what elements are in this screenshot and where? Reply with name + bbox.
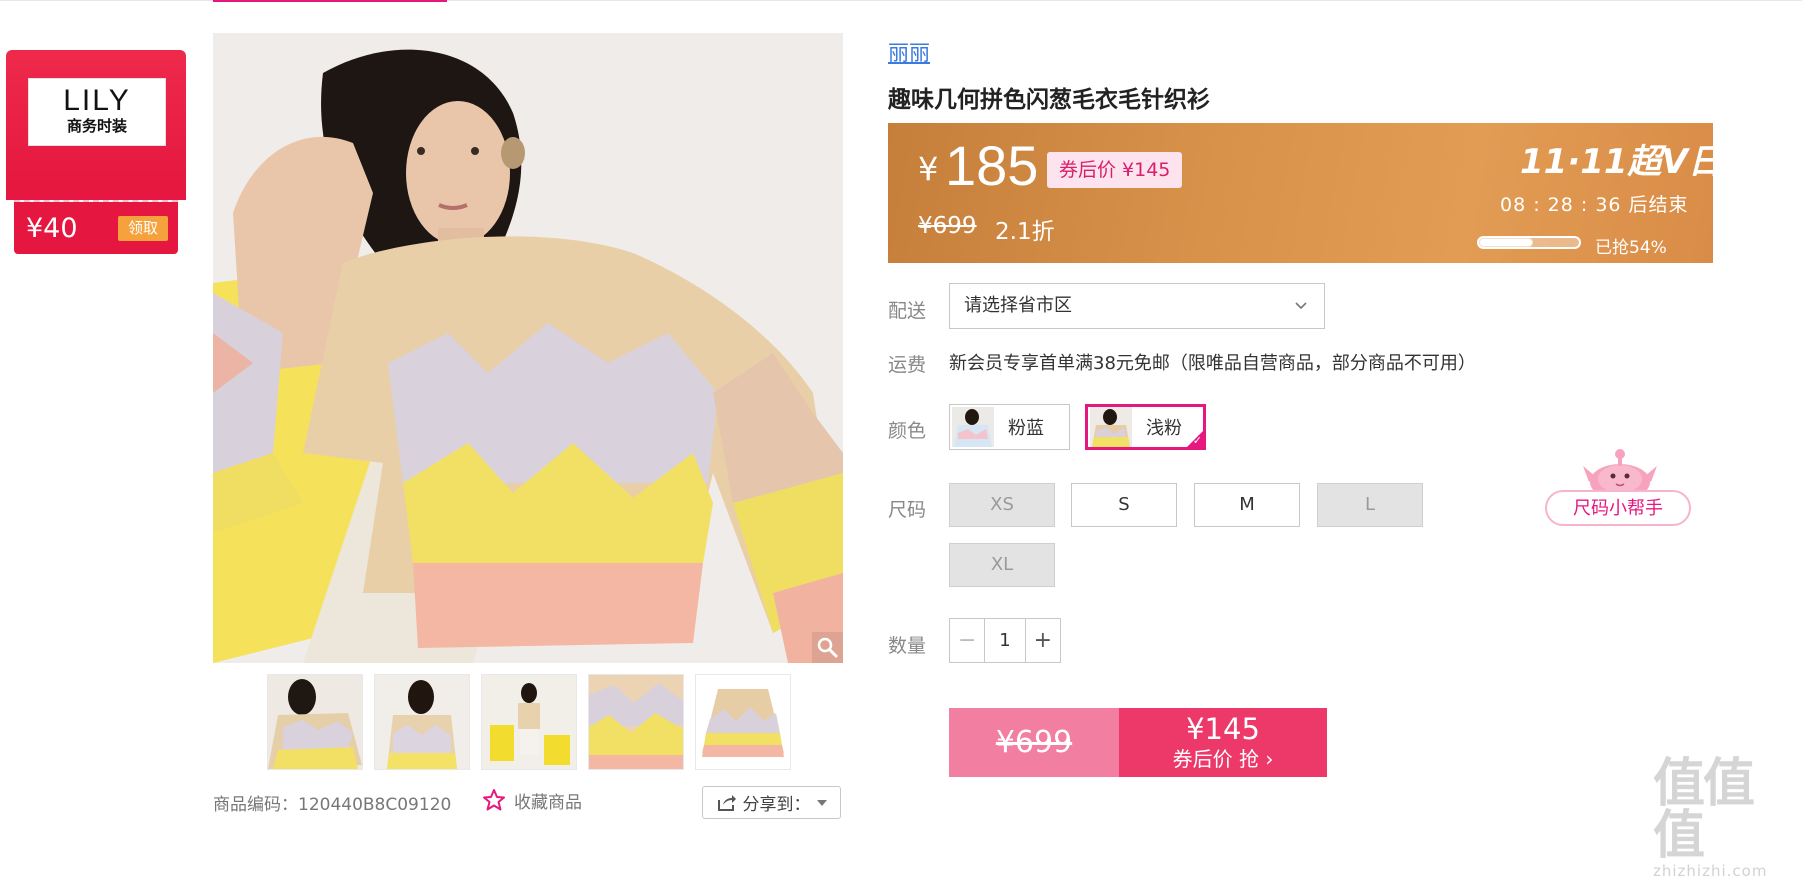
zoom-button[interactable] bbox=[812, 632, 843, 663]
site-watermark: 值值值 zhizhizhi.com bbox=[1653, 758, 1797, 880]
quantity-label: 数量 bbox=[888, 635, 927, 657]
sku-code: 商品编码：120440B8C09120 bbox=[213, 795, 452, 815]
favorite-button[interactable]: 收藏商品 bbox=[482, 786, 582, 814]
share-label: 分享到： bbox=[742, 795, 811, 815]
color-option-light-pink[interactable]: 浅粉 ✓ bbox=[1085, 404, 1206, 450]
brand-coupon[interactable]: LILY 商务时装 ¥40 领取 bbox=[6, 50, 186, 257]
region-select[interactable]: 请选择省市区 bbox=[949, 283, 1325, 329]
buy-action-label: 券后价 抢 › bbox=[1172, 747, 1274, 771]
watermark-url: zhizhizhi.com bbox=[1653, 862, 1768, 880]
buy-coupon-price: ¥145 bbox=[1186, 712, 1260, 746]
share-icon bbox=[717, 794, 736, 811]
thumbnail-photo-4 bbox=[589, 675, 683, 769]
size-option-m[interactable]: M bbox=[1194, 483, 1300, 527]
color-label: 颜色 bbox=[888, 420, 927, 442]
size-label: 尺码 bbox=[888, 499, 927, 521]
quantity-decrease-button[interactable]: − bbox=[950, 619, 984, 662]
thumbnail-photo-3 bbox=[482, 675, 576, 769]
quantity-stepper[interactable]: − 1 + bbox=[949, 618, 1061, 663]
region-select-value: 请选择省市区 bbox=[964, 295, 1072, 316]
color-option-name: 粉蓝 bbox=[1008, 418, 1044, 439]
coupon-amount: ¥40 bbox=[26, 213, 78, 244]
thumbnail-photo-2 bbox=[375, 675, 469, 769]
thumbnail-1[interactable] bbox=[267, 674, 363, 770]
countdown-timer: 08 : 28 : 36 后结束 bbox=[1500, 194, 1689, 216]
sold-percent-label: 已抢54% bbox=[1595, 238, 1667, 258]
share-button[interactable]: 分享到： bbox=[702, 786, 841, 819]
size-helper-button[interactable]: 尺码小帮手 bbox=[1545, 490, 1691, 526]
brand-link[interactable]: 丽丽 bbox=[888, 37, 930, 67]
discount-rate: 2.1折 bbox=[995, 219, 1055, 245]
coupon-price-badge: 券后价 ¥145 bbox=[1047, 152, 1183, 188]
currency-symbol: ¥ bbox=[918, 150, 939, 188]
brand-logo: LILY 商务时装 bbox=[28, 78, 166, 146]
thumbnail-3[interactable] bbox=[481, 674, 577, 770]
color-swatch-light-pink bbox=[1090, 407, 1132, 447]
claim-coupon-button[interactable]: 领取 bbox=[118, 216, 168, 241]
delivery-label: 配送 bbox=[888, 300, 927, 322]
event-title: 11·11超V日 bbox=[1520, 142, 1722, 182]
thumbnail-2[interactable] bbox=[374, 674, 470, 770]
quantity-input[interactable]: 1 bbox=[984, 619, 1026, 662]
thumbnail-5[interactable] bbox=[695, 674, 791, 770]
shipping-label: 运费 bbox=[888, 354, 927, 376]
thumbnail-photo-1 bbox=[268, 675, 362, 769]
check-icon: ✓ bbox=[1192, 434, 1202, 447]
color-option-pink-blue[interactable]: 粉蓝 bbox=[949, 404, 1070, 450]
active-tab-underline bbox=[213, 0, 447, 2]
size-option-s[interactable]: S bbox=[1071, 483, 1177, 527]
watermark-logo: 值值值 bbox=[1653, 754, 1755, 866]
sold-progress-bar bbox=[1477, 236, 1581, 249]
original-price: ¥699 bbox=[918, 213, 977, 239]
quantity-increase-button[interactable]: + bbox=[1026, 619, 1060, 662]
buy-with-coupon-button[interactable]: ¥145 券后价 抢 › bbox=[1119, 708, 1327, 777]
star-icon bbox=[483, 789, 505, 811]
sold-progress-fill bbox=[1479, 238, 1533, 247]
favorite-label: 收藏商品 bbox=[514, 792, 582, 813]
thumbnail-4[interactable] bbox=[588, 674, 684, 770]
brand-logo-subtitle: 商务时装 bbox=[66, 117, 127, 135]
shipping-text: 新会员专享首单满38元免邮（限唯品自营商品，部分商品不可用） bbox=[949, 353, 1476, 374]
size-helper[interactable]: 尺码小帮手 bbox=[1545, 446, 1693, 530]
main-product-image[interactable] bbox=[213, 33, 843, 663]
size-option-l[interactable]: L bbox=[1317, 483, 1423, 527]
buy-original-price[interactable]: ¥699 bbox=[949, 708, 1119, 777]
current-price: 185 bbox=[945, 134, 1039, 197]
color-swatch-pink-blue bbox=[952, 407, 994, 447]
magnifier-icon bbox=[817, 637, 838, 658]
size-option-xs[interactable]: XS bbox=[949, 483, 1055, 527]
product-photo bbox=[213, 33, 843, 663]
size-option-xl[interactable]: XL bbox=[949, 543, 1055, 587]
chevron-down-icon bbox=[1294, 284, 1308, 345]
color-option-name: 浅粉 bbox=[1146, 418, 1182, 439]
product-title: 趣味几何拼色闪葱毛衣毛针织衫 bbox=[888, 87, 1210, 113]
caret-down-icon bbox=[816, 799, 827, 806]
thumbnail-photo-5 bbox=[696, 675, 790, 769]
brand-logo-name: LILY bbox=[63, 84, 131, 117]
